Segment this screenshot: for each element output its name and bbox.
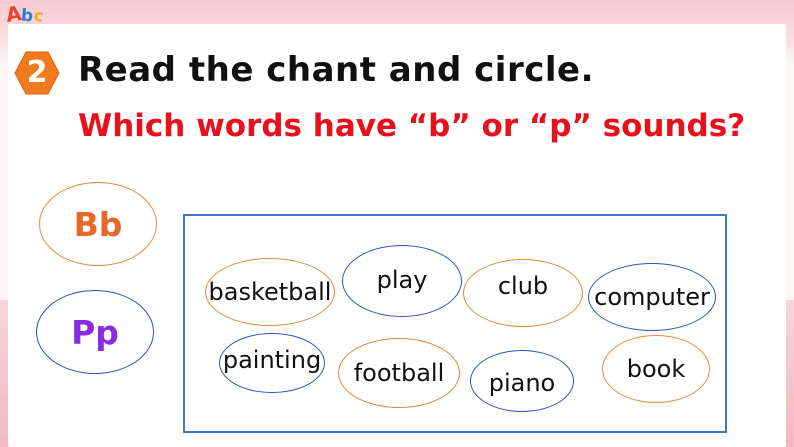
word-computer[interactable]: computer [588,263,716,331]
word-painting[interactable]: painting [219,333,325,393]
word-piano[interactable]: piano [470,350,574,412]
abc-logo-icon: Abc [4,1,45,27]
category-bb-circle[interactable]: Bb [39,182,157,266]
word-basketball[interactable]: basketball [205,258,335,326]
category-pp-circle[interactable]: Pp [36,290,154,374]
word-football[interactable]: football [338,338,460,408]
category-pp-label: Pp [71,312,119,352]
page-title: Read the chant and circle. [78,50,594,90]
question-subtitle: Which words have “b” or “p” sounds? [78,108,746,144]
category-bb-label: Bb [73,204,123,244]
word-play[interactable]: play [342,245,462,317]
step-number: 2 [26,55,48,90]
word-club[interactable]: club [463,259,583,327]
word-book[interactable]: book [602,335,710,403]
